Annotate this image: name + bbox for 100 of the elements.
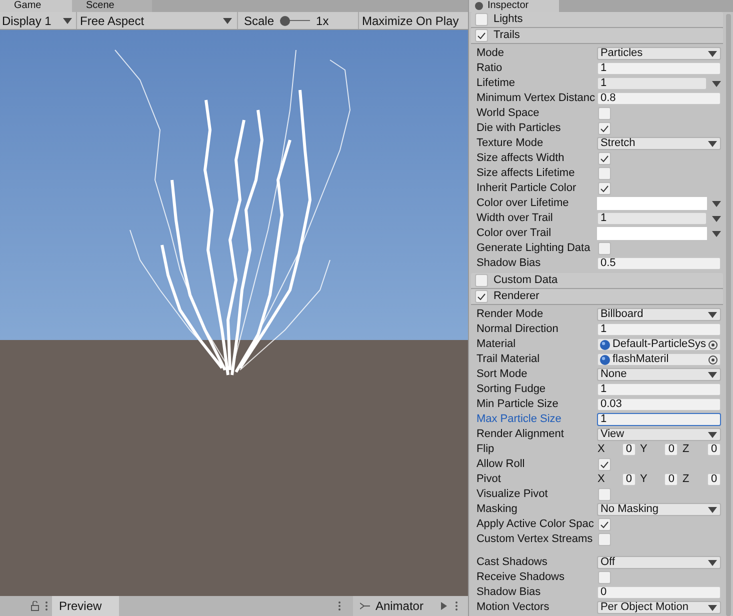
property-label: Pivot [476,472,502,488]
info-icon [475,2,484,10]
module-checkbox[interactable] [475,29,488,42]
checkbox[interactable] [598,107,612,120]
module-title: Trails [493,28,520,44]
dropdown[interactable]: Off [597,556,721,569]
number-field[interactable]: 1 [597,323,721,336]
aspect-dropdown[interactable]: Free Aspect [77,12,238,29]
color-swatch[interactable] [597,197,707,210]
number-field[interactable]: 0 [664,473,678,486]
axis-label: Y [640,442,648,458]
module-header[interactable]: Trails [471,28,723,44]
dropdown-arrow-icon [708,506,717,512]
object-field[interactable]: flashMateril [597,353,721,366]
module-checkbox[interactable] [475,13,488,26]
checkbox[interactable] [598,167,612,180]
module-title: Lights [493,12,523,28]
object-field[interactable]: Default-ParticleSys [597,338,721,351]
property-label: Allow Roll [476,457,526,472]
checkbox[interactable] [598,488,612,501]
number-field[interactable]: 0 [707,443,721,456]
lock-icon[interactable] [31,601,39,611]
module-checkbox[interactable] [475,290,488,303]
property-label: Apply Active Color Spac [476,517,595,532]
dropdown[interactable]: View [597,428,721,441]
editor-tab[interactable]: Scene [72,0,152,12]
number-field[interactable]: 1 [597,413,721,426]
property-label: Die with Particles [476,121,562,136]
number-field[interactable]: 0.03 [597,398,721,411]
property-label: Normal Direction [476,322,560,338]
property-label: Shadow Bias [476,256,542,272]
module-header[interactable]: Custom Data [471,273,723,289]
dropdown-arrow-icon [63,18,72,24]
property-label: Motion Vectors [476,600,550,616]
module-header[interactable]: Renderer [471,289,723,305]
number-field[interactable]: 0 [707,473,721,486]
panel-tab[interactable]: Animator [353,596,440,616]
dropdown[interactable]: No Masking [597,503,721,516]
property-label: World Space [476,106,540,122]
property-label: Shadow Bias [476,585,542,600]
dropdown-arrow-icon [708,140,717,146]
checkbox[interactable] [598,518,612,531]
number-field[interactable]: 0.8 [597,92,721,105]
curve-menu-arrow-icon [712,80,721,86]
more-options-icon[interactable] [45,601,48,611]
checkbox[interactable] [598,122,612,135]
checkbox[interactable] [598,533,612,546]
slider-thumb[interactable] [280,16,290,26]
inspector-tab[interactable]: Inspector [469,0,560,12]
checkbox[interactable] [598,458,612,471]
checkbox[interactable] [598,182,612,195]
maximize-on-play-toggle[interactable]: Maximize On Play [359,12,468,29]
axis-label: X [597,442,605,458]
dropdown[interactable]: Particles [597,47,721,60]
display-dropdown[interactable]: Display 1 [0,12,77,29]
curve-menu-arrow-icon [712,216,721,222]
dropdown[interactable]: Per Object Motion [597,601,721,614]
color-swatch[interactable] [597,227,707,240]
axis-label: Z [682,442,690,458]
property-label: Trail Material [476,352,541,368]
number-field[interactable]: 1 [597,77,707,90]
more-options-icon[interactable] [455,601,458,611]
module-header[interactable]: Lights [471,12,723,28]
module-checkbox[interactable] [475,274,488,287]
dropdown[interactable]: None [597,368,721,381]
dropdown[interactable]: Stretch [597,137,721,150]
number-field[interactable]: 1 [597,212,707,225]
number-field[interactable]: 0 [597,586,721,599]
number-field[interactable]: 1 [597,62,721,75]
panel-tab[interactable]: Preview [52,596,119,616]
property-label: Color over Trail [476,226,552,242]
editor-tab[interactable]: Game [0,0,72,12]
play-arrow-icon[interactable] [441,602,448,610]
axis-label: X [597,472,605,488]
number-field[interactable]: 0 [622,473,636,486]
property-label: Custom Vertex Streams [476,532,594,548]
module-title: Renderer [493,289,540,304]
axis-label: Z [682,472,690,488]
number-field[interactable]: 0 [664,443,678,456]
property-label: Width over Trail [476,211,554,226]
gradient-menu-arrow-icon [712,230,721,236]
checkbox[interactable] [598,152,612,165]
dropdown-arrow-icon [708,560,717,566]
number-field[interactable]: 0 [622,443,636,456]
number-field[interactable]: 0.5 [597,257,721,270]
dropdown-arrow-icon [708,312,717,318]
property-label: Cast Shadows [476,555,548,570]
property-label: Size affects Lifetime [476,166,576,182]
scale-slider[interactable] [280,16,310,26]
module-title: Custom Data [493,273,558,288]
property-label: Visualize Pivot [476,487,549,502]
more-options-icon[interactable] [338,601,342,611]
dropdown[interactable]: Billboard [597,308,721,321]
scrollbar[interactable] [726,14,731,616]
property-label: Render Alignment [476,427,565,442]
scale-reading: 1x [316,12,329,30]
number-field[interactable]: 1 [597,383,721,396]
checkbox[interactable] [598,571,612,584]
checkbox[interactable] [598,242,612,255]
dropdown-arrow-icon [708,432,717,438]
